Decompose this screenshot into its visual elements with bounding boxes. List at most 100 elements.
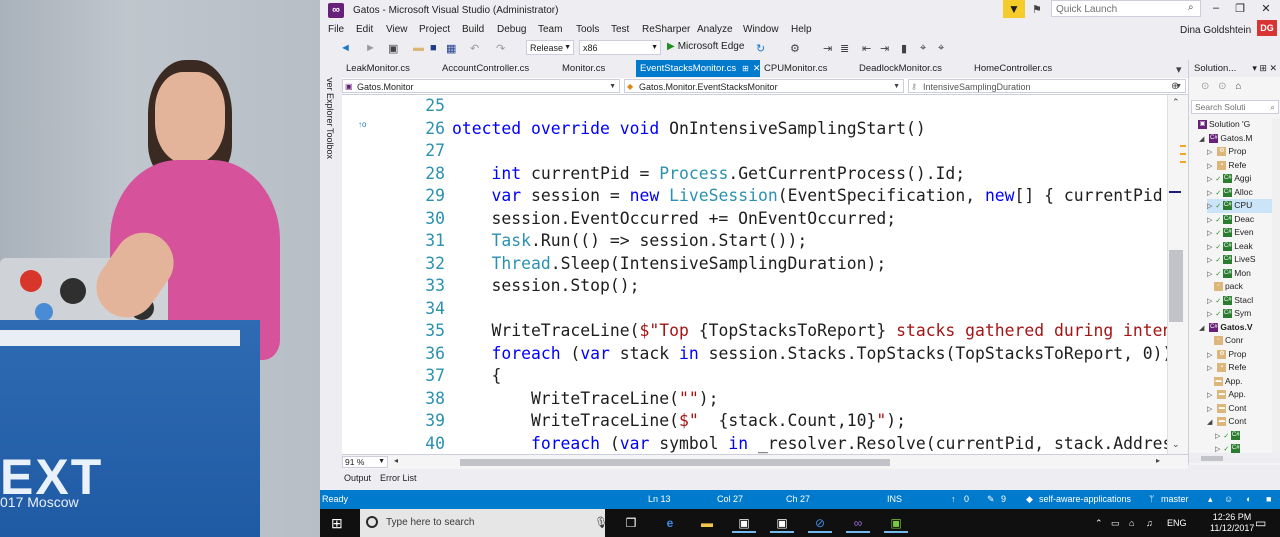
forward-icon[interactable]: ► xyxy=(365,42,376,54)
branch-dropdown-icon[interactable]: ▴ xyxy=(1208,490,1213,509)
solution-platform-dropdown[interactable]: x86 ▼ xyxy=(579,40,661,55)
expand-toggle-icon[interactable]: ▷ xyxy=(1215,433,1220,440)
next-bookmark-icon[interactable]: ⌖ xyxy=(938,42,944,55)
project-dropdown[interactable]: ▣ Gatos.Monitor ▼ xyxy=(342,79,620,93)
code-text[interactable]: int currentPid = Process.GetCurrentProce… xyxy=(452,163,965,186)
windows-start-icon[interactable]: ⊞ xyxy=(331,515,343,532)
toolbox-tab[interactable]: Toolbox xyxy=(325,128,335,159)
scroll-left-icon[interactable]: ◂ xyxy=(394,456,398,465)
code-line[interactable]: 30 session.EventOccurred += OnEventOccur… xyxy=(342,208,1167,231)
menu-window[interactable]: Window xyxy=(743,24,779,35)
action-center-icon[interactable]: ▭ xyxy=(1255,516,1266,530)
minimize-button[interactable]: – xyxy=(1204,2,1228,14)
code-line[interactable]: 35 WriteTraceLine($"Top {TopStacksToRepo… xyxy=(342,320,1167,343)
expand-toggle-icon[interactable]: ▷ xyxy=(1207,230,1212,237)
prev-bookmark-icon[interactable]: ⌖ xyxy=(920,42,926,55)
start-debugging-button[interactable]: ▶ Microsoft Edge xyxy=(667,41,744,52)
restore-button[interactable]: ❐ xyxy=(1228,2,1252,15)
pencil-icon[interactable]: ✎ xyxy=(987,490,995,509)
branch-name[interactable]: master xyxy=(1161,490,1189,509)
code-text[interactable]: Thread.Sleep(IntensiveSamplingDuration); xyxy=(452,253,886,276)
safari-browser-icon[interactable]: ⊘ xyxy=(808,513,832,533)
microphone-icon[interactable]: 🎙 xyxy=(594,509,608,537)
notification-filter-icon[interactable]: ▼ xyxy=(1003,0,1025,18)
code-line[interactable]: 31 Task.Run(() => session.Start()); xyxy=(342,230,1167,253)
editor-horizontal-scroll-thumb[interactable] xyxy=(460,459,890,466)
refresh-icon[interactable]: ↻ xyxy=(756,42,765,55)
visual-studio-taskbar-icon[interactable]: ∞ xyxy=(846,513,870,533)
expand-toggle-icon[interactable]: ▷ xyxy=(1207,244,1212,251)
pin-icon[interactable]: ⊞ xyxy=(742,64,749,73)
menu-edit[interactable]: Edit xyxy=(356,24,373,35)
browser-link-icon[interactable]: ⚙ xyxy=(790,42,800,55)
solution-tree-item[interactable]: ▷ ✓ C# CPU xyxy=(1207,199,1273,213)
code-line[interactable]: 26 otected override void OnIntensiveSampl… xyxy=(342,118,1167,141)
back-icon[interactable]: ⊙ xyxy=(1201,81,1209,92)
live-share-icon[interactable]: ◐ xyxy=(1246,490,1251,509)
expand-toggle-icon[interactable]: ▷ xyxy=(1207,271,1212,278)
show-hidden-icons[interactable]: ⌃ xyxy=(1095,509,1103,537)
tab-error-list[interactable]: Error List xyxy=(380,473,417,483)
expand-toggle-icon[interactable]: ▷ xyxy=(1207,365,1212,372)
unpushed-count[interactable]: 0 xyxy=(964,490,969,509)
solution-search-input[interactable]: Search Soluti ⌕ xyxy=(1191,100,1279,114)
type-dropdown[interactable]: ◆ Gatos.Monitor.EventStacksMonitor ▼ xyxy=(624,79,904,93)
menu-test[interactable]: Test xyxy=(611,24,629,35)
repository-name[interactable]: self-aware-applications xyxy=(1039,490,1131,509)
member-dropdown[interactable]: ⚷ IntensiveSamplingDuration ▼ xyxy=(908,79,1186,93)
solution-tree-item[interactable]: ▷ ✓ C# Mon xyxy=(1207,267,1273,281)
tab-cpumonitor[interactable]: CPUMonitor.cs xyxy=(760,60,856,77)
tab-deadlockmonitor[interactable]: DeadlockMonitor.cs xyxy=(855,60,969,77)
signed-in-user-name[interactable]: Dina Goldshtein xyxy=(1180,25,1251,36)
navigate-icon[interactable]: ⇥ xyxy=(823,42,832,55)
close-button[interactable]: ✕ xyxy=(1254,2,1278,15)
solution-tree-item[interactable]: ◢ ▬ Cont xyxy=(1207,415,1273,429)
menu-team[interactable]: Team xyxy=(538,24,562,35)
code-line[interactable]: 28 int currentPid = Process.GetCurrentPr… xyxy=(342,163,1167,186)
volume-icon[interactable]: ♫ xyxy=(1146,509,1153,537)
expand-toggle-icon[interactable]: ▷ xyxy=(1207,352,1212,359)
expand-toggle-icon[interactable]: ▷ xyxy=(1207,311,1212,318)
solution-tree-item[interactable]: ▫ pack xyxy=(1207,280,1273,294)
quick-launch-input[interactable]: Quick Launch xyxy=(1051,0,1201,17)
code-line[interactable]: 32 Thread.Sleep(IntensiveSamplingDuratio… xyxy=(342,253,1167,276)
scroll-right-icon[interactable]: ▸ xyxy=(1156,456,1160,465)
code-line[interactable]: 29 var session = new LiveSession(EventSp… xyxy=(342,185,1167,208)
code-line[interactable]: 27 xyxy=(342,140,1167,163)
code-line[interactable]: 34 xyxy=(342,298,1167,321)
code-line[interactable]: 39 WriteTraceLine($" {stack.Count,10}"); xyxy=(342,410,1167,433)
tab-eventstacksmonitor[interactable]: EventStacksMonitor.cs ⊞ ✕ xyxy=(636,60,760,77)
push-arrow-icon[interactable]: ↑ xyxy=(951,490,956,509)
notifications-icon[interactable]: ■ xyxy=(1266,490,1271,509)
solution-tree-item[interactable]: ▷ ✓ C# Leak xyxy=(1207,240,1273,254)
task-view-icon[interactable]: ❒ xyxy=(619,513,643,533)
code-text[interactable]: foreach (var symbol in _resolver.Resolve… xyxy=(452,433,1167,455)
code-editor[interactable]: ↑o 25 26 otected override void OnIntensive… xyxy=(342,95,1167,454)
scroll-up-icon[interactable]: ⌃ xyxy=(1172,97,1180,108)
code-line[interactable]: 36 foreach (var stack in session.Stacks.… xyxy=(342,343,1167,366)
menu-view[interactable]: View xyxy=(386,24,408,35)
expand-toggle-icon[interactable]: ▷ xyxy=(1207,149,1212,156)
expand-toggle-icon[interactable]: ◢ xyxy=(1199,136,1204,143)
save-all-icon[interactable]: ▦ xyxy=(446,42,456,55)
code-line[interactable]: 38 WriteTraceLine(""); xyxy=(342,388,1167,411)
code-text[interactable]: WriteTraceLine(""); xyxy=(452,388,719,411)
tab-output[interactable]: Output xyxy=(344,473,371,483)
tab-leakmonitor[interactable]: LeakMonitor.cs xyxy=(342,60,436,77)
zoom-level-dropdown[interactable]: 91 % ▼ xyxy=(342,456,388,468)
menu-analyze[interactable]: Analyze xyxy=(697,24,733,35)
menu-resharper[interactable]: ReSharper xyxy=(642,24,690,35)
solution-tree-item[interactable]: ▷ ▬ Cont xyxy=(1207,402,1273,416)
back-icon[interactable]: ◄ xyxy=(340,42,351,54)
bookmark-list-icon[interactable]: ≣ xyxy=(840,42,849,55)
editor-scroll-thumb[interactable] xyxy=(1169,250,1183,322)
tab-monitor[interactable]: Monitor.cs xyxy=(558,60,634,77)
solution-tree-item[interactable]: ▷ ✓ C# LiveS xyxy=(1207,253,1273,267)
user-avatar[interactable]: DG xyxy=(1257,20,1277,36)
solution-scroll-thumb[interactable] xyxy=(1201,456,1223,461)
feedback-smiley-icon[interactable]: ☺ xyxy=(1224,490,1233,509)
solution-tree-item[interactable]: ▷ ✓ C# Aggi xyxy=(1207,172,1273,186)
pending-changes-count[interactable]: 9 xyxy=(1001,490,1006,509)
solution-tree-item[interactable]: ▷ ✓ C# xyxy=(1215,429,1273,443)
solution-tree-item[interactable]: ▷ ⚙ Prop xyxy=(1207,348,1273,362)
